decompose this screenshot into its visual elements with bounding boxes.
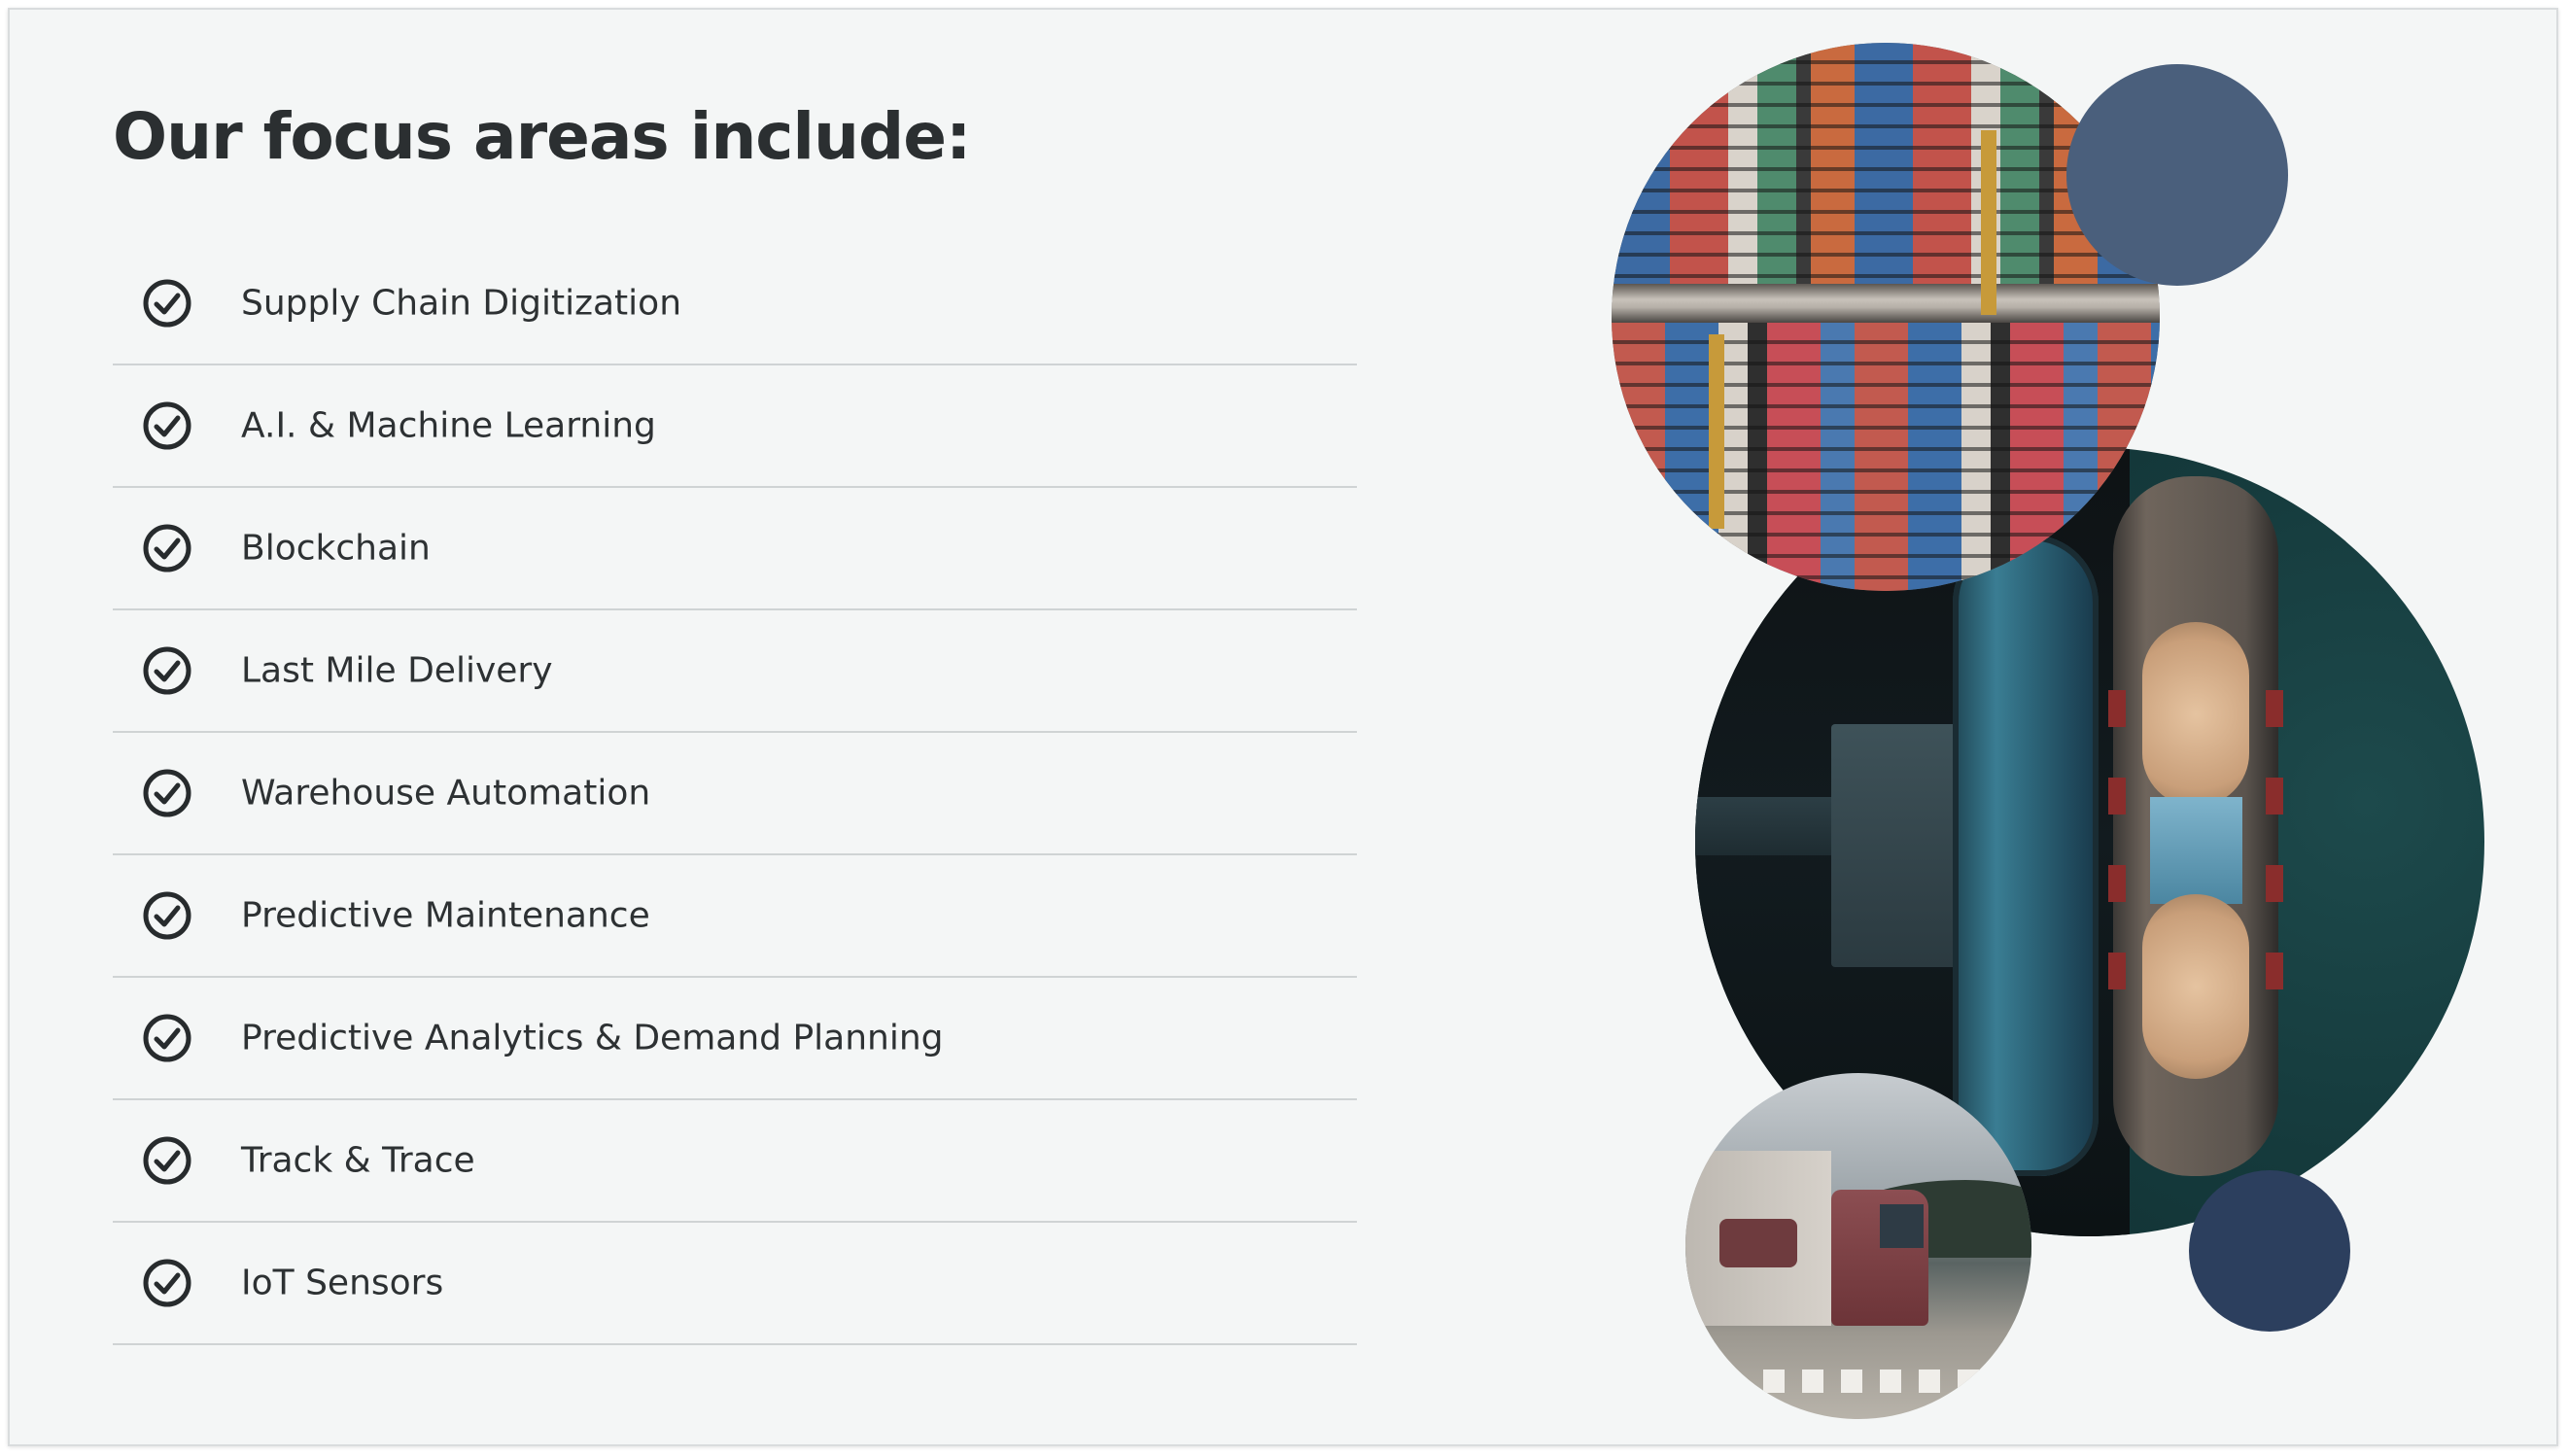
check-circle-icon (142, 1013, 192, 1063)
list-item: Warehouse Automation (113, 733, 1357, 855)
list-item: Track & Trace (113, 1100, 1357, 1223)
decorative-circle (2189, 1170, 2350, 1332)
list-item: Last Mile Delivery (113, 610, 1357, 733)
list-item-label: A.I. & Machine Learning (241, 405, 656, 446)
focus-areas-list: Supply Chain Digitization A.I. & Machine… (113, 243, 1357, 1345)
list-item: Predictive Analytics & Demand Planning (113, 978, 1357, 1100)
list-item: Predictive Maintenance (113, 855, 1357, 978)
list-item-label: Blockchain (241, 528, 431, 569)
list-item: Blockchain (113, 488, 1357, 610)
check-circle-icon (142, 890, 192, 941)
list-item-label: Last Mile Delivery (241, 650, 553, 691)
list-item-label: IoT Sensors (241, 1263, 444, 1303)
check-circle-icon (142, 278, 192, 329)
check-circle-icon (142, 768, 192, 818)
list-item-label: Warehouse Automation (241, 773, 651, 814)
check-circle-icon (142, 1258, 192, 1308)
check-circle-icon (142, 1135, 192, 1186)
page-title: Our focus areas include: (113, 99, 971, 174)
list-item-label: Track & Trace (241, 1140, 475, 1181)
check-circle-icon (142, 523, 192, 573)
check-circle-icon (142, 645, 192, 696)
image-collage (1584, 29, 2498, 1429)
list-item-label: Predictive Analytics & Demand Planning (241, 1018, 944, 1058)
slide: Our focus areas include: Supply Chain Di… (8, 8, 2558, 1446)
check-circle-icon (142, 400, 192, 451)
list-item: Supply Chain Digitization (113, 243, 1357, 365)
decorative-circle (2066, 64, 2288, 286)
list-item: A.I. & Machine Learning (113, 365, 1357, 488)
list-item-label: Predictive Maintenance (241, 895, 650, 936)
list-item-label: Supply Chain Digitization (241, 283, 682, 324)
truck-image (1685, 1073, 2031, 1419)
list-item: IoT Sensors (113, 1223, 1357, 1345)
